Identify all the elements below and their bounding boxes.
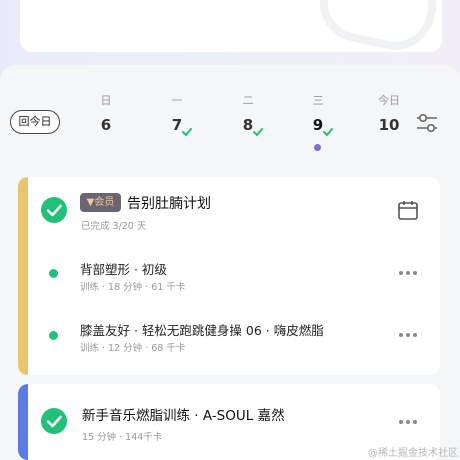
workout-title[interactable]: 背部塑形 · 初级: [80, 259, 167, 278]
weekday-label: 一: [171, 94, 183, 107]
item-status-dot: [49, 331, 58, 340]
day-today[interactable]: 今日 10: [369, 93, 409, 134]
day-wed[interactable]: 三 9: [298, 93, 338, 137]
watermark: @稀土掘金技术社区: [368, 448, 458, 459]
workout-complete-check-icon: [41, 408, 67, 434]
vip-badge: ▼会员: [80, 193, 121, 212]
filter-icon[interactable]: [414, 110, 440, 136]
workout-title: 新手音乐燃脂训练 · A-SOUL 嘉然: [82, 408, 285, 424]
decorative-shape: [312, 0, 442, 52]
plan-progress: 已完成 3/20 天: [81, 221, 147, 232]
date-number: 8: [242, 116, 254, 134]
workout-meta: 训练 · 18 分钟 · 61 千卡: [80, 282, 186, 293]
date-number: 9: [312, 116, 324, 134]
date-number: 6: [100, 116, 112, 134]
plan-title: 告别肚腩计划: [127, 196, 211, 212]
weekday-label: 今日: [378, 94, 400, 107]
more-options-icon[interactable]: [399, 333, 419, 339]
more-options-icon[interactable]: [399, 420, 419, 426]
weekday-label: 三: [312, 94, 324, 107]
date-number: 7: [171, 116, 183, 134]
day-sun[interactable]: 日 6: [86, 93, 126, 134]
weekday-label: 日: [100, 94, 112, 107]
more-options-icon[interactable]: [399, 271, 419, 277]
selected-day-indicator: [314, 144, 321, 151]
workout-meta: 训练 · 12 分钟 · 68 千卡: [80, 343, 186, 354]
workout-color-bar: [18, 384, 28, 460]
done-check-icon: [182, 128, 193, 137]
date-number: 10: [378, 116, 400, 134]
vip-badge-label: 会员: [94, 197, 115, 208]
plan-complete-check-icon: [41, 197, 67, 223]
summary-card[interactable]: [20, 0, 442, 52]
calendar-icon[interactable]: [397, 199, 419, 221]
item-status-dot: [49, 269, 58, 278]
done-check-icon: [253, 128, 264, 137]
done-check-icon: [323, 128, 334, 137]
day-mon[interactable]: 一 7: [157, 93, 197, 137]
day-tue[interactable]: 二 8: [228, 93, 268, 137]
plan-color-bar: [18, 177, 28, 375]
workout-meta: 15 分钟 · 144千卡: [82, 432, 163, 443]
back-to-today-button[interactable]: 回今日: [10, 110, 60, 134]
weekday-label: 二: [242, 94, 254, 107]
workout-title[interactable]: 膝盖友好 · 轻松无跑跳健身操 06 · 嗨皮燃脂: [80, 320, 324, 339]
